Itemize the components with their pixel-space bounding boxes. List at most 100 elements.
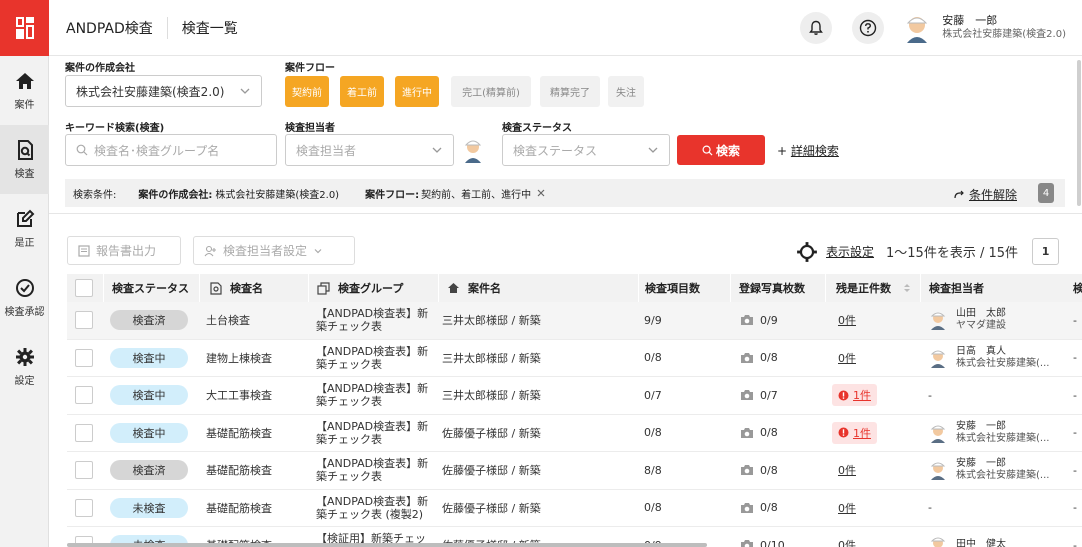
flow-chip-pre-construction[interactable]: 着工前	[340, 76, 384, 107]
table-row[interactable]: 検査中 建物上棟検査 【ANDPAD検査表】新築チェック表 三井太郎様邸 / 新…	[67, 340, 1082, 377]
correction-alert-link[interactable]: 1件	[832, 384, 877, 407]
inspection-icon	[17, 139, 33, 160]
inspection-name[interactable]: 建物上棟検査	[206, 340, 272, 377]
table-row[interactable]: 検査済 基礎配筋検査 【ANDPAD検査表】新築チェック表 佐藤優子様邸 / 新…	[67, 452, 1082, 490]
inspector-name: 日高 真人	[956, 345, 1006, 357]
table-row[interactable]: 検査中 大工工事検査 【ANDPAD検査表】新築チェック表 三井太郎様邸 / 新…	[67, 377, 1082, 415]
item-count: 9/9	[644, 313, 662, 327]
gear-icon	[15, 347, 34, 366]
row-checkbox[interactable]	[75, 461, 93, 480]
camera-icon	[741, 540, 753, 547]
sidebar-item-inspection[interactable]: 検査	[0, 125, 49, 194]
correction-count-link[interactable]: 0件	[832, 460, 862, 480]
advanced-search-link[interactable]: + 詳細検索	[777, 142, 839, 159]
row-checkbox[interactable]	[75, 498, 93, 517]
display-settings-link[interactable]: 表示設定	[826, 243, 874, 260]
project-name[interactable]: 三井太郎様邸 / 新築	[442, 340, 541, 377]
header-divider	[166, 16, 168, 39]
andpad-logo[interactable]	[0, 0, 49, 56]
assign-inspector-button[interactable]: 検査担当者設定	[193, 236, 355, 265]
page-number-button[interactable]: 1	[1032, 238, 1060, 265]
correction-count-link[interactable]: 0件	[832, 498, 862, 518]
flow-chip-contract[interactable]: 契約前	[285, 76, 329, 107]
inspection-name[interactable]: 基礎配筋検査	[206, 490, 272, 527]
table-row[interactable]: 検査中 基礎配筋検査 【ANDPAD検査表】新築チェック表 佐藤優子様邸 / 新…	[67, 415, 1082, 452]
inspector-company: 株式会社安藤建築(...	[956, 357, 1050, 369]
inspector-company: 株式会社安藤建築(...	[956, 470, 1050, 482]
inspector-name: 安藤 一郎	[956, 458, 1006, 470]
item-count: 0/8	[644, 501, 662, 515]
inspection-name[interactable]: 基礎配筋検査	[206, 452, 272, 489]
inspector-name: 安藤 一郎	[956, 420, 1006, 432]
sidebar-item-settings[interactable]: 設定	[0, 332, 49, 401]
header-inspector[interactable]: 検査担当者	[920, 274, 1066, 302]
inspector-label: 検査担当者	[285, 123, 335, 134]
table-row[interactable]: 検査済 土台検査 【ANDPAD検査表】新築チェック表 三井太郎様邸 / 新築 …	[67, 302, 1082, 340]
project-name[interactable]: 佐藤優子様邸 / 新築	[442, 415, 541, 452]
inspector-cell[interactable]: 安藤 一郎 株式会社安藤建築(...	[928, 421, 1049, 445]
sidebar-item-approval[interactable]: 検査承認	[0, 263, 49, 332]
flow-chip-settled[interactable]: 精算完了	[540, 76, 600, 107]
sort-icon[interactable]	[903, 282, 911, 294]
inspector-cell[interactable]: 安藤 一郎 株式会社安藤建築(...	[928, 458, 1049, 482]
project-name[interactable]: 三井太郎様邸 / 新築	[442, 302, 541, 339]
row-checkbox[interactable]	[75, 348, 93, 367]
keyword-label: キーワード検索(検査)	[65, 123, 165, 134]
inspector-company: 株式会社安藤建築(...	[956, 432, 1050, 444]
search-button-label: 検索	[715, 143, 740, 158]
sidebar-item-label: 案件	[14, 99, 35, 111]
status-label: 検査ステータス	[502, 123, 572, 134]
company-select[interactable]: 株式会社安藤建築(検査2.0)	[65, 75, 262, 107]
company-select-value: 株式会社安藤建築(検査2.0)	[76, 84, 225, 99]
inspector-cell[interactable]: 山田 太郎 ヤマダ建設	[928, 308, 1006, 332]
gear-icon[interactable]	[796, 241, 818, 263]
project-name[interactable]: 三井太郎様邸 / 新築	[442, 377, 541, 414]
keyword-search-input[interactable]: 検査名･検査グループ名	[65, 134, 277, 166]
correction-count-link[interactable]: 0件	[832, 310, 862, 330]
inspection-name[interactable]: 大工工事検査	[206, 377, 272, 414]
report-output-button[interactable]: 報告書出力	[67, 236, 181, 265]
table-row[interactable]: 未検査 基礎配筋検査 【ANDPAD検査表】新築チェック表 (複製2) 佐藤優子…	[67, 490, 1082, 527]
add-user-icon	[204, 245, 216, 256]
status-select[interactable]: 検査ステータス	[502, 134, 670, 166]
project-name[interactable]: 佐藤優子様邸 / 新築	[442, 452, 541, 489]
flow-chip-completed[interactable]: 完工(精算前)	[451, 76, 531, 107]
close-icon[interactable]	[536, 188, 546, 198]
row-checkbox[interactable]	[75, 386, 93, 405]
notification-button[interactable]	[800, 11, 833, 44]
flow-chip-lost[interactable]: 失注	[608, 76, 644, 107]
horizontal-scrollbar[interactable]	[67, 543, 707, 547]
row-checkbox[interactable]	[75, 311, 93, 330]
header-corrections[interactable]: 残是正件数	[825, 274, 920, 302]
header-project[interactable]: 案件名	[438, 274, 638, 302]
header-group[interactable]: 検査グループ	[308, 274, 438, 302]
header-status[interactable]: 検査ステータス	[103, 274, 199, 302]
user-avatar[interactable]	[904, 13, 930, 43]
help-button[interactable]	[852, 11, 885, 44]
flow-chip-in-progress[interactable]: 進行中	[395, 76, 439, 107]
company-label: 案件の作成会社	[65, 63, 135, 74]
header-name[interactable]: 検査名	[199, 274, 308, 302]
inspection-group: 【ANDPAD検査表】新築チェック表	[316, 457, 429, 484]
correction-count-link[interactable]: 0件	[832, 535, 862, 547]
user-info[interactable]: 安藤 一郎 株式会社安藤建築(検査2.0)	[942, 14, 1066, 42]
inspection-name[interactable]: 土台検査	[206, 302, 250, 339]
correction-alert-link[interactable]: 1件	[832, 421, 877, 444]
inspector-cell[interactable]: 日高 真人 株式会社安藤建築(...	[928, 346, 1049, 370]
row-checkbox[interactable]	[75, 423, 93, 442]
header-photos[interactable]: 登録写真枚数	[730, 274, 825, 302]
select-all-checkbox[interactable]	[75, 279, 93, 297]
sidebar-item-projects[interactable]: 案件	[0, 56, 49, 125]
correction-count-link[interactable]: 0件	[832, 348, 862, 368]
inspector-cell[interactable]: 田中 健太	[928, 535, 1006, 547]
clear-conditions-link[interactable]: 条件解除	[954, 186, 1017, 203]
search-button[interactable]: 検索	[677, 135, 765, 165]
inspection-name[interactable]: 基礎配筋検査	[206, 415, 272, 452]
inspector-avatar-icon[interactable]	[463, 137, 483, 163]
inspector-select[interactable]: 検査担当者	[285, 134, 454, 166]
sidebar-item-correction[interactable]: 是正	[0, 194, 49, 263]
app-title[interactable]: ANDPAD検査	[66, 18, 153, 38]
header-items[interactable]: 検査項目数	[638, 274, 730, 302]
filter-scrollbar[interactable]	[1077, 60, 1081, 206]
project-name[interactable]: 佐藤優子様邸 / 新築	[442, 490, 541, 527]
